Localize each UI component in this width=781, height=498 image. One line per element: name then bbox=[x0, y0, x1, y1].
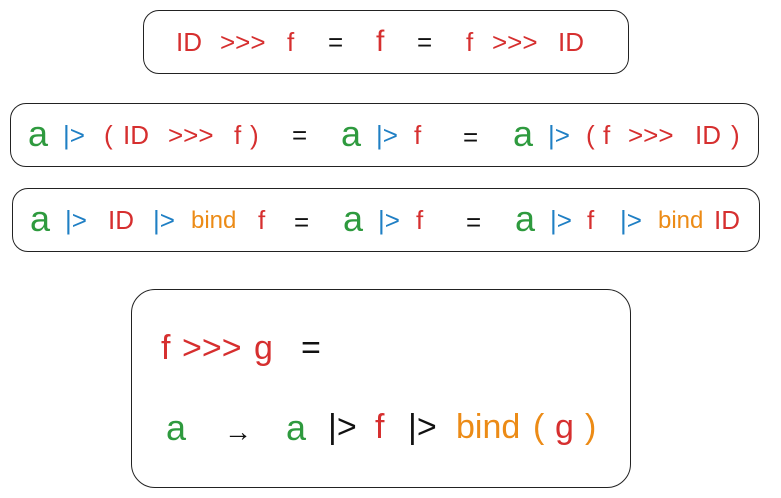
id-token: ID bbox=[176, 27, 202, 57]
equals-sign: = bbox=[294, 207, 310, 237]
function-f-token: f bbox=[287, 27, 295, 57]
close-paren: ) bbox=[731, 120, 740, 150]
pipe-operator: |> bbox=[378, 205, 400, 235]
value-a-token: a bbox=[515, 198, 536, 239]
function-g-token: g bbox=[555, 408, 574, 446]
equals-sign: = bbox=[292, 120, 308, 150]
function-g-token: g bbox=[254, 329, 273, 367]
function-f-token: f bbox=[414, 120, 422, 150]
compose-operator: >>> bbox=[492, 27, 538, 57]
id-token: ID bbox=[695, 120, 721, 150]
function-f-token: f bbox=[375, 408, 385, 446]
function-f-token: f bbox=[587, 205, 595, 235]
function-f-token: f bbox=[416, 205, 424, 235]
pipe-operator: |> bbox=[153, 205, 175, 235]
value-a-token: a bbox=[28, 113, 49, 154]
value-a-token: a bbox=[343, 198, 364, 239]
function-f-token: f bbox=[161, 329, 171, 367]
function-f-token: f bbox=[234, 120, 242, 150]
pipe-operator: |> bbox=[550, 205, 572, 235]
pipe-operator: |> bbox=[376, 120, 398, 150]
open-paren: ( bbox=[104, 120, 113, 150]
value-a-token: a bbox=[166, 407, 187, 448]
pipe-operator: |> bbox=[328, 408, 357, 446]
composition-definition-box bbox=[131, 289, 631, 488]
compose-operator: >>> bbox=[628, 120, 674, 150]
value-a-token: a bbox=[513, 113, 534, 154]
pipe-operator: |> bbox=[408, 408, 437, 446]
function-f-token: f bbox=[258, 205, 266, 235]
id-token: ID bbox=[108, 205, 134, 235]
open-paren: ( bbox=[586, 120, 595, 150]
value-a-token: a bbox=[30, 198, 51, 239]
compose-operator: >>> bbox=[220, 27, 266, 57]
bind-function-token: bind bbox=[658, 207, 704, 234]
pipe-operator: |> bbox=[548, 120, 570, 150]
arrow-icon: → bbox=[224, 416, 252, 447]
equals-sign: = bbox=[466, 207, 482, 237]
compose-operator: >>> bbox=[168, 120, 214, 150]
equals-sign: = bbox=[328, 27, 344, 57]
identity-law-box bbox=[143, 10, 629, 74]
pipe-operator: |> bbox=[63, 120, 85, 150]
value-a-token: a bbox=[341, 113, 362, 154]
function-f-token: f bbox=[603, 120, 611, 150]
compose-operator: >>> bbox=[182, 329, 242, 367]
id-token: ID bbox=[558, 27, 584, 57]
close-paren: ) bbox=[250, 120, 259, 150]
equals-sign: = bbox=[301, 329, 321, 367]
id-token: ID bbox=[714, 205, 740, 235]
equals-sign: = bbox=[417, 27, 433, 57]
function-f-token: f bbox=[376, 25, 385, 58]
equals-sign: = bbox=[463, 122, 479, 152]
id-token: ID bbox=[123, 120, 149, 150]
value-a-token: a bbox=[286, 407, 307, 448]
bind-function-token: bind bbox=[456, 408, 521, 446]
bind-function-token: bind bbox=[191, 207, 237, 234]
pipe-operator: |> bbox=[620, 205, 642, 235]
pipe-operator: |> bbox=[65, 205, 87, 235]
function-f-token: f bbox=[466, 27, 474, 57]
open-paren: ( bbox=[533, 408, 545, 446]
close-paren: ) bbox=[585, 408, 597, 446]
